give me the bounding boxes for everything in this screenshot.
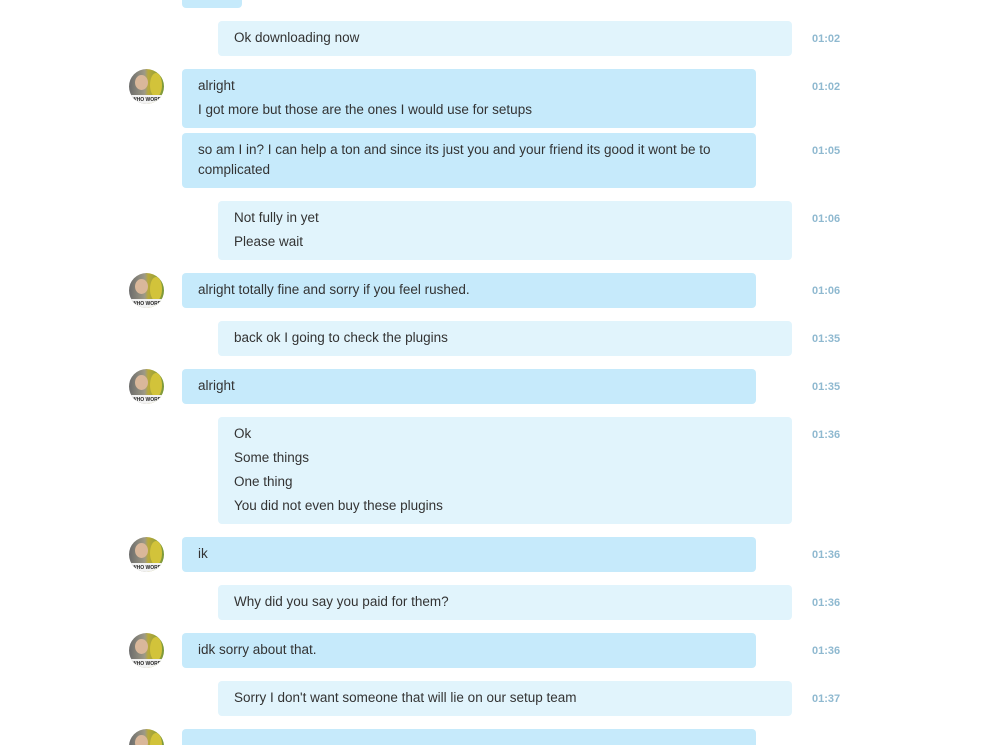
message-text: idk sorry about that. (198, 642, 317, 657)
avatar-caption: WHO WORE (131, 565, 162, 571)
message-timestamp: 01:05 (812, 145, 841, 157)
message-timestamp: 01:06 (812, 285, 841, 297)
message-bubble-outgoing: Not fully in yet Please wait (218, 201, 792, 260)
message-bubble-partial (182, 0, 242, 8)
message-timestamp: 01:02 (812, 33, 841, 45)
message-bubble-incoming: alright I got more but those are the one… (182, 69, 756, 128)
message-timestamp: 01:36 (812, 597, 841, 609)
message-bubble-incoming: alright totally fine and sorry if you fe… (182, 273, 756, 308)
message-text: Ok downloading now (234, 30, 360, 45)
message-text: I got more but those are the ones I woul… (198, 102, 532, 117)
message-text: Ok (234, 426, 252, 441)
avatar-face (135, 75, 148, 90)
message-text: alright totally fine and sorry if you fe… (198, 282, 470, 297)
message-bubble-outgoing: Sorry I don't want someone that will lie… (218, 681, 792, 716)
message-timestamp: 01:36 (812, 549, 841, 561)
avatar-face (135, 279, 148, 294)
avatar-caption: WHO WORE (131, 301, 162, 307)
message-text: alright (198, 78, 235, 93)
message-text: alright (198, 378, 235, 393)
contact-avatar[interactable]: WHO WORE (129, 633, 164, 668)
message-timestamp: 01:35 (812, 381, 841, 393)
message-bubble-outgoing: Why did you say you paid for them? (218, 585, 792, 620)
message-text: so am I in? I can help a ton and since i… (198, 142, 711, 177)
message-timestamp: 01:35 (812, 333, 841, 345)
avatar-caption: WHO WORE (131, 397, 162, 403)
message-timestamp: 01:06 (812, 213, 841, 225)
avatar-face (135, 375, 148, 390)
message-text: One thing (234, 474, 293, 489)
contact-avatar[interactable]: WHO WORE (129, 273, 164, 308)
message-text: back ok I going to check the plugins (234, 330, 448, 345)
message-bubble-incoming: ik (182, 537, 756, 572)
message-text: You did not even buy these plugins (234, 498, 443, 513)
avatar-caption: WHO WORE (131, 97, 162, 103)
avatar-face (135, 735, 148, 745)
message-text: Not fully in yet (234, 210, 319, 225)
avatar-caption: WHO WORE (131, 661, 162, 667)
contact-avatar[interactable]: WHO WORE (129, 69, 164, 104)
message-text: Please wait (234, 234, 304, 249)
message-bubble-outgoing: Ok downloading now (218, 21, 792, 56)
avatar-leaf (150, 541, 162, 565)
message-timestamp: 01:02 (812, 81, 841, 93)
avatar-leaf (150, 733, 162, 745)
message-text: Some things (234, 450, 310, 465)
message-bubble-incoming: idk sorry about that. (182, 633, 756, 668)
contact-avatar-partial[interactable] (129, 729, 164, 745)
avatar-leaf (150, 637, 162, 661)
message-text: Sorry I don't want someone that will lie… (234, 690, 577, 705)
message-text: ik (198, 546, 208, 561)
contact-avatar[interactable]: WHO WORE (129, 369, 164, 404)
avatar-face (135, 639, 148, 654)
contact-avatar[interactable]: WHO WORE (129, 537, 164, 572)
message-timestamp: 01:36 (812, 645, 841, 657)
avatar-leaf (150, 373, 162, 397)
avatar-face (135, 543, 148, 558)
avatar-leaf (150, 277, 162, 301)
message-bubble-partial (182, 729, 756, 745)
message-bubble-incoming: alright (182, 369, 756, 404)
message-bubble-incoming: so am I in? I can help a ton and since i… (182, 133, 756, 188)
avatar-leaf (150, 73, 162, 97)
message-timestamp: 01:36 (812, 429, 841, 441)
chat-transcript: Ok downloading now 01:02 WHO WORE alrigh… (0, 0, 997, 745)
message-bubble-outgoing: Ok Some things One thing You did not eve… (218, 417, 792, 524)
message-bubble-outgoing: back ok I going to check the plugins (218, 321, 792, 356)
message-text: Why did you say you paid for them? (234, 594, 449, 609)
message-timestamp: 01:37 (812, 693, 841, 705)
